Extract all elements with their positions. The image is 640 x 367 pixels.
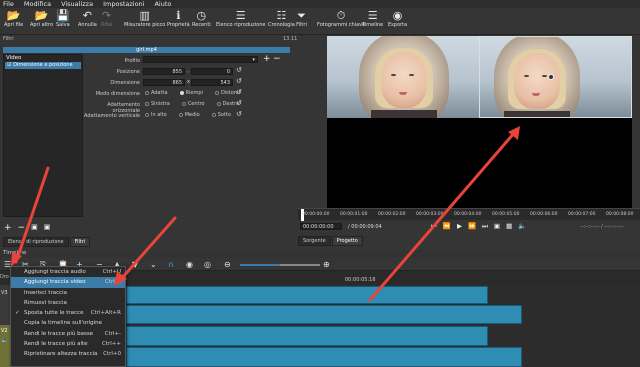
arrow-to-add-video-track [120, 216, 177, 280]
arrow-to-preview [368, 130, 517, 302]
arrowhead-menu-button [11, 252, 22, 267]
arrow-to-menu-button [14, 166, 50, 264]
annotation-arrows [11, 126, 520, 302]
